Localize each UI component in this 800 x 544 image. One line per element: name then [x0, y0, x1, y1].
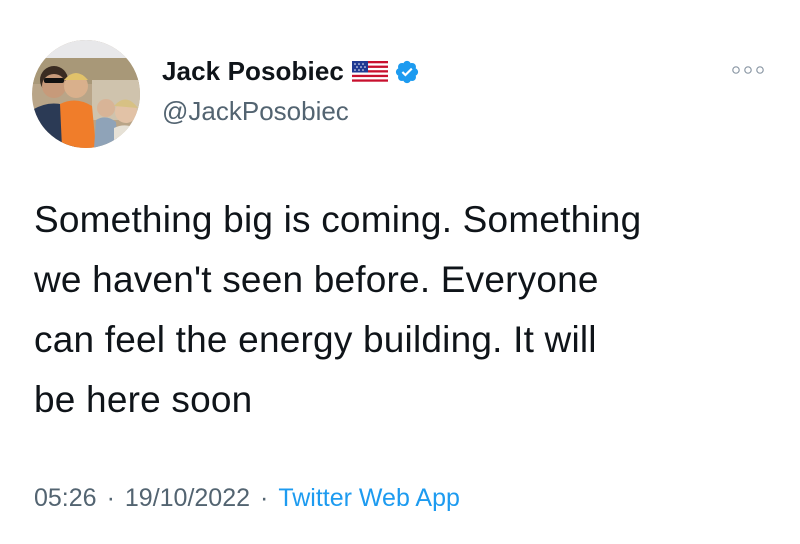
- meta-separator: ·: [260, 484, 269, 512]
- more-dots-icon: [732, 66, 764, 74]
- tweet-text: Something big is coming. Something we ha…: [34, 199, 642, 420]
- avatar-photo: [32, 40, 140, 148]
- more-options-button[interactable]: [730, 58, 766, 82]
- tweet-date[interactable]: 19/10/2022: [125, 484, 250, 513]
- tweet-source-link[interactable]: Twitter Web App: [278, 484, 460, 513]
- verified-badge-icon[interactable]: [394, 59, 420, 85]
- tweet-time[interactable]: 05:26: [34, 484, 97, 513]
- tweet-meta: 05:26 · 19/10/2022 · Twitter Web App: [34, 484, 460, 513]
- tweet-card: Jack Posobiec @JackPosobiec Something bi…: [0, 0, 800, 544]
- author-handle[interactable]: @JackPosobiec: [162, 96, 349, 127]
- us-flag-icon: [351, 60, 388, 83]
- author-display-name[interactable]: Jack Posobiec: [162, 56, 344, 87]
- avatar[interactable]: [32, 40, 140, 148]
- author-name-row[interactable]: Jack Posobiec: [162, 56, 420, 87]
- meta-separator: ·: [106, 484, 115, 512]
